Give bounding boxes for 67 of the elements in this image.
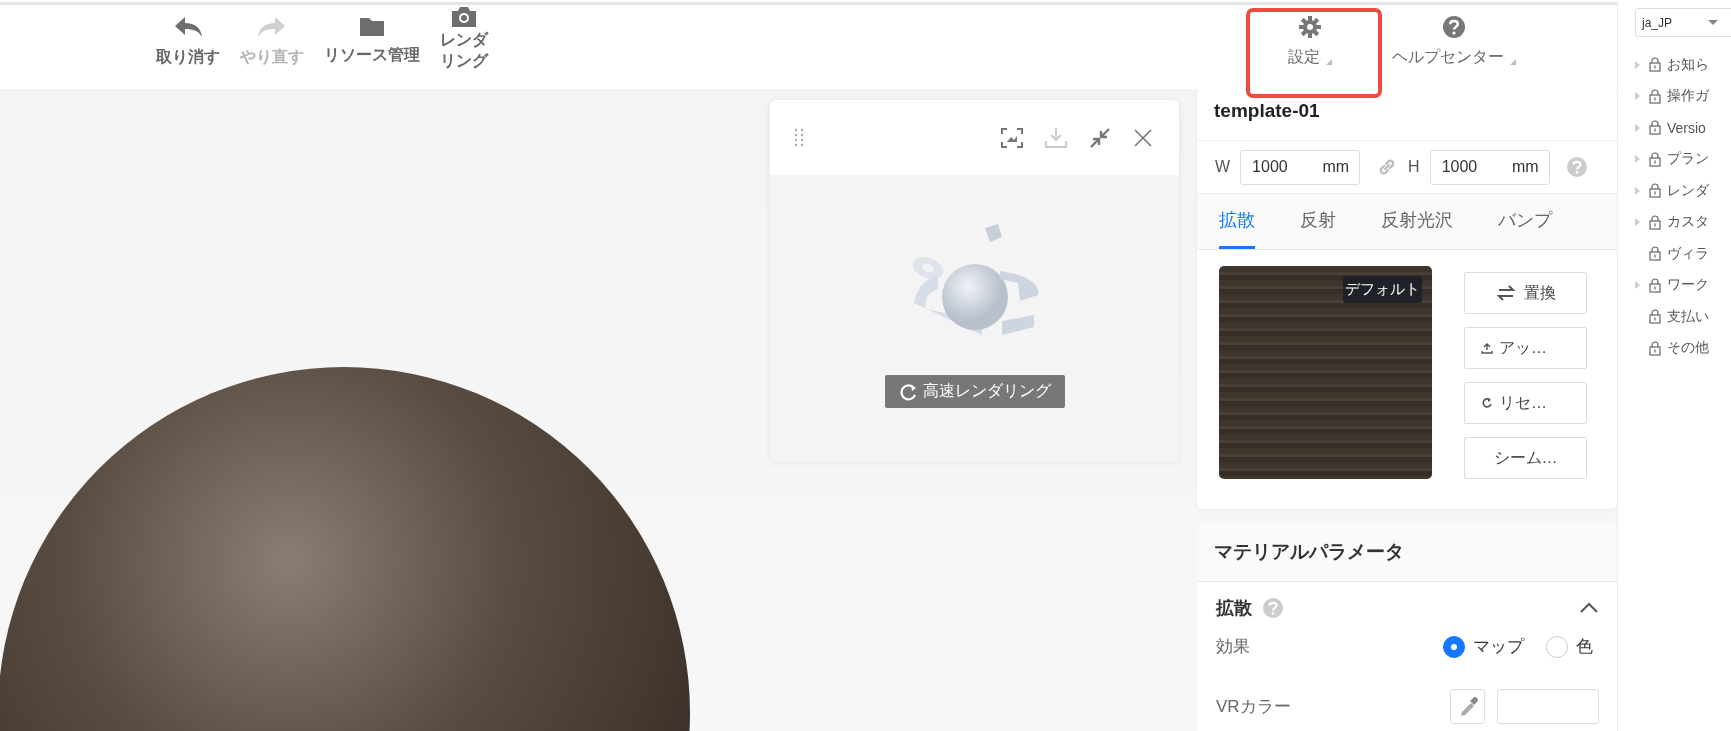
field-label: 効果 [1216,636,1250,658]
unit-label: mm [1512,157,1539,176]
tab[interactable]: バンプ [1498,194,1552,249]
unit-label: mm [1322,157,1350,176]
undo-button[interactable]: 取り消す [150,5,226,73]
doc-tree-item[interactable]: お知ら [1635,49,1731,81]
lock-icon [1648,120,1662,136]
radio-option[interactable]: マップ [1437,634,1530,659]
fast-render-button[interactable]: 高速レンダリング [884,375,1065,408]
lock-icon [1648,277,1662,293]
doc-tree-item[interactable]: Versio [1635,112,1731,144]
tab[interactable]: 反射 [1300,194,1336,249]
swap-icon [1495,283,1516,303]
doc-tree-item[interactable]: レンダ [1635,175,1731,207]
doc-tree-item[interactable]: カスタ [1635,206,1731,238]
redo-icon [257,15,287,39]
field-label: VRカラー [1216,696,1291,718]
folder-button[interactable]: リソース管理 [318,5,426,73]
language-select[interactable]: ja_JP [1635,8,1731,37]
reset-button[interactable]: リセ… [1464,382,1587,424]
lock-icon [1648,57,1662,73]
tab[interactable]: 反射光沢 [1381,194,1453,249]
refresh-icon [898,382,917,401]
lock-icon [1648,340,1662,356]
dimension-label: H [1408,158,1420,176]
lock-icon [1648,246,1662,262]
camera-icon [451,5,477,28]
doc-tree-item[interactable]: ワーク [1635,269,1731,301]
lock-icon [1648,151,1662,167]
undo-icon [173,15,203,39]
screenshot-icon[interactable] [1001,127,1023,148]
folder-icon [359,15,385,37]
help-icon [1565,156,1588,178]
rendering-button[interactable]: レンダリング [434,5,494,73]
settings-button[interactable]: 設定 [1272,5,1348,68]
doc-tree-item[interactable]: ヴィラ [1635,238,1731,270]
lock-icon [1648,88,1662,104]
eyedropper-button[interactable] [1450,689,1485,724]
plain-button[interactable]: シーム… [1464,437,1587,479]
dropdown-caret-icon [1708,20,1719,25]
lock-icon [1648,309,1662,325]
upload-button[interactable]: アッ… [1464,327,1587,369]
doc-tree-item[interactable]: その他 [1635,332,1731,364]
help-icon [1442,15,1466,39]
doc-tree-item[interactable]: プラン [1635,143,1731,175]
radio-option[interactable]: 色 [1540,634,1599,659]
close-icon[interactable] [1133,127,1153,148]
chevron-up-icon[interactable] [1579,601,1599,615]
help-button[interactable]: ヘルプセンター [1376,5,1532,68]
dimension-label: W [1215,158,1231,176]
lock-icon [1648,214,1662,230]
default-tag: デフォルト [1343,276,1422,303]
settings-icon [1298,15,1322,39]
reset-icon [1481,397,1493,409]
material-title: template-01 [1213,99,1321,123]
doc-tree-item[interactable]: 支払い [1635,301,1731,333]
color-field[interactable] [1497,689,1599,724]
panel-title: マテリアルパラメータ [1197,523,1617,582]
lock-icon [1648,183,1662,199]
upload-icon [1481,342,1493,354]
tab[interactable]: 拡散 [1219,194,1255,249]
section-title: 拡散 [1216,597,1252,620]
doc-tree-item[interactable]: 操作ガ [1635,80,1731,112]
help-icon [1262,597,1284,619]
drag-handle-icon[interactable] [794,127,804,148]
shrink-icon[interactable] [1089,126,1111,149]
replace-button[interactable]: 置換 [1464,272,1587,314]
